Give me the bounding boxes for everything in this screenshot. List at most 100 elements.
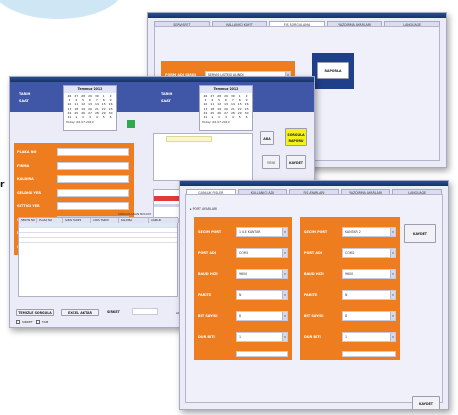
port-select-5[interactable]: 1 ▾ — [342, 332, 396, 342]
port-label-2: BAUD HIZI — [304, 272, 324, 276]
chevron-down-icon: ▾ — [282, 291, 287, 299]
port-extra-input[interactable] — [342, 351, 396, 357]
screenshot-collage: r SERVISFET KALLANICI KAYIT FIS SORGULAMA Y… — [0, 0, 458, 415]
form-label-4: GITTIGI YER — [17, 204, 40, 208]
report-button[interactable]: RAPORLA — [317, 62, 349, 79]
calendar-day[interactable]: 3 — [223, 115, 230, 119]
port-label-1: PORT ADI — [304, 251, 323, 255]
calendar-day[interactable]: 31 — [66, 115, 73, 119]
port-label-3: PARITE — [198, 293, 212, 297]
form-label-1: FIRMA — [17, 163, 30, 168]
check-2-label: TAM — [42, 320, 49, 324]
clear-query-button[interactable]: TEMIZLE SORGULA — [16, 309, 54, 316]
calendar-day[interactable]: 6 — [107, 115, 114, 119]
date-label-2: TARIH — [161, 92, 173, 96]
chevron-down-icon: ▾ — [282, 228, 287, 236]
port-select-3[interactable]: N ▾ — [236, 290, 288, 300]
form-input-0[interactable] — [57, 148, 129, 156]
calendar-day[interactable]: 4 — [229, 115, 236, 119]
check-2[interactable] — [36, 320, 40, 324]
selected-row[interactable] — [166, 136, 212, 142]
port-settings-label: ▸ PORT AYARLARI — [190, 207, 218, 211]
port-select-value: 8 — [345, 314, 348, 318]
calendar-day[interactable]: 5 — [100, 115, 107, 119]
save-button[interactable]: KAYDET — [412, 396, 440, 409]
port-select-2[interactable]: 9600 ▾ — [236, 269, 288, 279]
table-caption: SORGULANAN BOLUM — [118, 212, 151, 216]
port-select-value: KANTAR 2 — [345, 230, 361, 234]
form-input-1[interactable] — [57, 161, 129, 170]
port-settings-window: GUNLUK FISLER KULLANICI ADI FIS AYARLARI YA… — [179, 180, 449, 410]
port-select-1[interactable]: COM1 ▾ — [236, 248, 288, 258]
port-select-1[interactable]: COM2 ▾ — [342, 248, 396, 258]
port-select-value: 9600 — [345, 272, 354, 276]
port-select-0[interactable]: KANTAR 2 ▾ — [342, 227, 396, 237]
chevron-down-icon: ▾ — [390, 249, 395, 257]
calendar-today[interactable]: Today: 06.07.2012 — [64, 120, 116, 124]
port-label-4: BIT SAYISI — [198, 314, 218, 318]
port-label-4: BIT SAYISI — [304, 314, 324, 318]
calendar-day[interactable]: 6 — [243, 115, 250, 119]
time-label: SAAT — [19, 99, 29, 103]
table-row[interactable] — [19, 238, 177, 243]
calendar-month-title: Temmuz 2012 — [200, 86, 252, 93]
port-label-5: DUR BITI — [198, 335, 215, 339]
selection-list[interactable] — [153, 133, 253, 181]
calendar-day[interactable]: 31 — [202, 115, 209, 119]
port-select-value: 1 — [239, 335, 242, 339]
chevron-down-icon: ▾ — [390, 312, 395, 320]
port-label-0: SECIM PORT — [304, 230, 328, 234]
port-2-block: SECIM PORT KANTAR 2 ▾ PORT ADI COM2 ▾ BAUD HIZ… — [300, 217, 400, 360]
port-label-2: BAUD HIZI — [198, 272, 218, 276]
port-select-4[interactable]: 8 ▾ — [342, 311, 396, 321]
port-select-2[interactable]: 9600 ▾ — [342, 269, 396, 279]
port-select-value: N — [239, 293, 242, 297]
calendar-day[interactable]: 1 — [73, 115, 80, 119]
check-1[interactable] — [16, 320, 20, 324]
port-select-3[interactable]: N ▾ — [342, 290, 396, 300]
chevron-down-icon: ▾ — [390, 291, 395, 299]
chevron-down-icon: ▾ — [282, 270, 287, 278]
new-button[interactable]: YENI — [262, 155, 280, 169]
partial-letter: r — [0, 180, 5, 190]
calendar-day[interactable]: 2 — [216, 115, 223, 119]
port-select-4[interactable]: 8 ▾ — [236, 311, 288, 321]
calendar-day[interactable]: 1 — [209, 115, 216, 119]
port-label-1: PORT ADI — [198, 251, 217, 255]
form-input-2[interactable] — [57, 175, 129, 183]
port-label-5: DUR BITI — [304, 335, 321, 339]
excel-export-button[interactable]: EXCEL AKTAR — [61, 309, 99, 316]
port-select-0[interactable]: 1 ILE KANTAR ▾ — [236, 227, 288, 237]
calendar-day[interactable]: 5 — [236, 115, 243, 119]
save-button[interactable]: KAYDET — [286, 155, 306, 169]
port-select-value: N — [345, 293, 348, 297]
calendar-days[interactable]: 26 27 28 29 30 1 2 3 4 5 6 7 8 9 10 11 12 13 14 15 16 17 18 19 2… — [200, 93, 252, 120]
calendar-day[interactable]: 4 — [93, 115, 100, 119]
chevron-down-icon: ▾ — [282, 333, 287, 341]
calendar-days[interactable]: 26 27 28 29 30 1 2 3 4 5 6 7 8 9 10 11 12 13 14 15 16 17 18 19 2… — [64, 93, 116, 120]
chevron-down-icon: ▾ — [282, 249, 287, 257]
calendar-day[interactable]: 3 — [87, 115, 94, 119]
date-label: TARIH — [19, 92, 31, 96]
date-header: TARIH SAAT TARIH SAAT — [10, 82, 314, 112]
form-label-3: GELDIGI YER — [17, 190, 41, 195]
port-settings-panel: ▸ PORT AYARLARI SECIM PORT 1 ILE KANTAR ▾ P… — [185, 194, 443, 409]
form-input-3[interactable] — [57, 188, 129, 197]
port-select-value: 1 — [345, 335, 348, 339]
results-table[interactable]: SERVIS NO PLAKA NO GIRIS TARIHI CIKIS TARIH… — [18, 217, 179, 297]
sort-input[interactable] — [132, 308, 158, 315]
side-save-button[interactable]: KAYDET — [404, 224, 436, 243]
calendar-today[interactable]: Today: 06.07.2012 — [200, 120, 252, 124]
search-button[interactable]: ARA — [260, 131, 274, 145]
chevron-down-icon: ▾ — [282, 312, 287, 320]
chevron-down-icon: ▾ — [390, 270, 395, 278]
calendar-day[interactable]: 2 — [80, 115, 87, 119]
port-select-5[interactable]: 1 ▾ — [236, 332, 288, 342]
check-1-label: SIRKET — [22, 320, 33, 324]
calendar-entry-date[interactable]: Temmuz 2012 26 27 28 29 30 1 2 3 4 5 6 7 8 9 10 11 12 13 1… — [63, 85, 117, 131]
calendar-exit-date[interactable]: Temmuz 2012 26 27 28 29 30 1 2 3 4 5 6 7 8 9 10 11 12 13 1… — [199, 85, 253, 131]
query-report-button[interactable]: SORGULA RAPORU — [285, 128, 307, 146]
port-label-3: PARITE — [304, 293, 318, 297]
port-extra-input[interactable] — [236, 351, 288, 357]
form-input-4[interactable] — [57, 202, 129, 210]
